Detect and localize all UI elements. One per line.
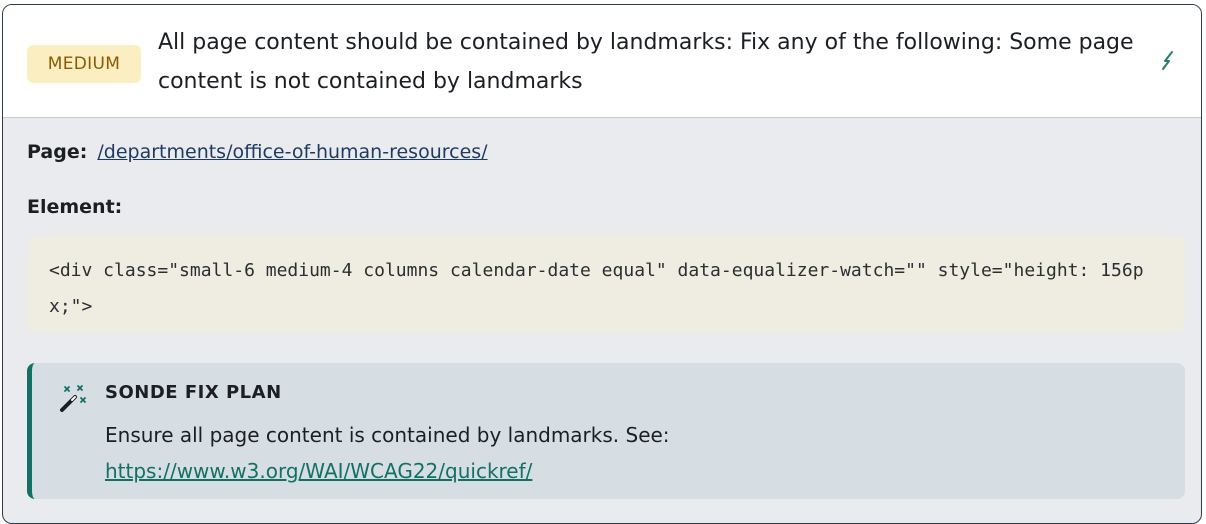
fix-plan-panel: SONDE FIX PLAN Ensure all page content i… xyxy=(27,363,1185,499)
page-label: Page: xyxy=(27,141,88,163)
issue-header: MEDIUM All page content should be contai… xyxy=(3,5,1201,118)
issue-card: MEDIUM All page content should be contai… xyxy=(2,4,1202,524)
fix-plan-text: Ensure all page content is contained by … xyxy=(105,417,1165,489)
page-url-link[interactable]: /departments/office-of-human-resources/ xyxy=(97,141,487,163)
severity-badge: MEDIUM xyxy=(27,45,141,83)
element-label: Element: xyxy=(27,196,123,218)
page-row: Page: /departments/office-of-human-resou… xyxy=(27,141,488,163)
fix-plan-description: Ensure all page content is contained by … xyxy=(105,423,670,447)
fix-plan-title: SONDE FIX PLAN xyxy=(105,382,282,403)
magic-wand-icon xyxy=(60,385,86,412)
issue-title: All page content should be contained by … xyxy=(158,30,1134,94)
element-code-block: <div class="small-6 medium-4 columns cal… xyxy=(27,235,1185,333)
edit-pen-icon[interactable] xyxy=(1158,49,1178,71)
wcag-quickref-link[interactable]: https://www.w3.org/WAI/WCAG22/quickref/ xyxy=(105,459,532,483)
